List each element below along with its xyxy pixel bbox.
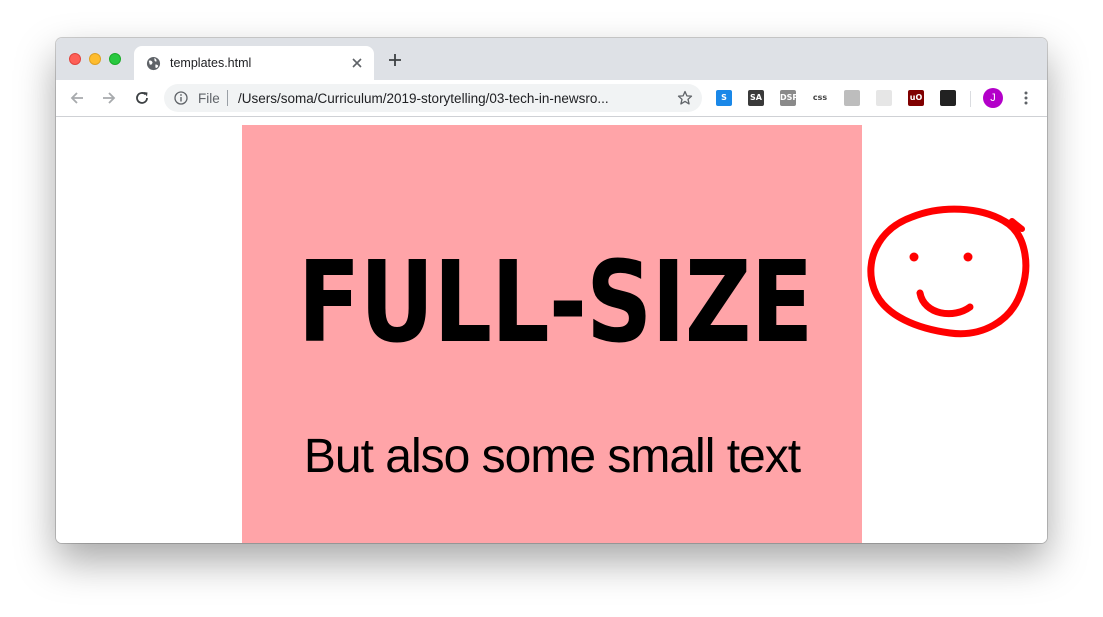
reload-icon[interactable] xyxy=(134,90,150,106)
tab-strip: templates.html xyxy=(56,38,1047,80)
circle-extension-icon[interactable] xyxy=(844,90,860,106)
new-tab-icon[interactable] xyxy=(388,53,402,67)
browser-window: templates.html File /Users/soma/Curricul… xyxy=(56,38,1047,543)
page-viewport: FULL-SIZE But also some small text xyxy=(56,117,1047,543)
url-text[interactable]: /Users/soma/Curriculum/2019-storytelling… xyxy=(238,91,658,106)
pink-slide: FULL-SIZE But also some small text xyxy=(242,125,862,543)
url-separator xyxy=(227,90,228,106)
sa-extension-icon[interactable]: SA xyxy=(748,90,764,106)
address-bar[interactable]: File /Users/soma/Curriculum/2019-storyte… xyxy=(164,84,702,112)
headline: FULL-SIZE xyxy=(297,238,814,368)
url-scheme-label: File xyxy=(198,91,220,106)
toolbar: File /Users/soma/Curriculum/2019-storyte… xyxy=(56,80,1047,117)
css-extension-icon[interactable]: css xyxy=(812,90,828,106)
info-icon[interactable] xyxy=(174,91,188,105)
profile-avatar[interactable]: J xyxy=(983,88,1003,108)
tab-templates[interactable]: templates.html xyxy=(134,46,374,80)
maximize-window-button[interactable] xyxy=(109,53,121,65)
smiley-drawing xyxy=(867,205,1030,338)
dsp-extension-icon[interactable]: DSP xyxy=(780,90,798,106)
s-extension-icon[interactable]: S xyxy=(716,90,732,106)
close-tab-icon[interactable] xyxy=(350,56,364,70)
subtext: But also some small text xyxy=(303,430,801,483)
globe-icon xyxy=(146,56,161,71)
ublock-extension-icon[interactable]: uO xyxy=(908,90,924,106)
tab-title: templates.html xyxy=(170,56,252,70)
bookmark-star-icon[interactable] xyxy=(677,90,693,106)
tampermonkey-extension-icon[interactable] xyxy=(940,90,956,106)
forward-arrow-icon[interactable] xyxy=(101,90,117,106)
kebab-menu-icon[interactable] xyxy=(1018,90,1034,106)
minimize-window-button[interactable] xyxy=(89,53,101,65)
back-arrow-icon[interactable] xyxy=(69,90,85,106)
close-window-button[interactable] xyxy=(69,53,81,65)
grid-extension-icon[interactable] xyxy=(876,90,892,106)
toolbar-separator xyxy=(970,91,971,107)
